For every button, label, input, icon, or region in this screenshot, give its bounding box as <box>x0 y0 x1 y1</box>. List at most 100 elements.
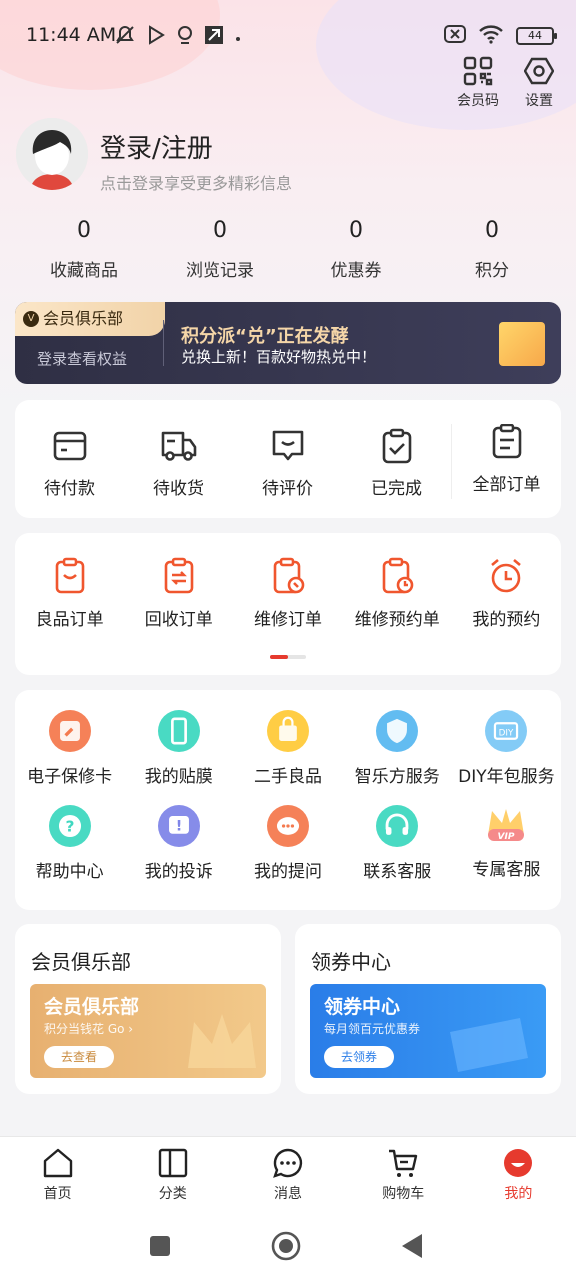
stat-value: 0 <box>213 218 227 243</box>
stat-label: 收藏商品 <box>50 261 118 281</box>
bag-order-icon <box>55 557 84 594</box>
order-all[interactable]: 全部订单 <box>451 424 561 499</box>
order-completed[interactable]: 已完成 <box>342 428 451 499</box>
tool-label: 我的投诉 <box>144 862 213 882</box>
nav-cart[interactable]: 购物车 <box>346 1137 461 1220</box>
nav-category[interactable]: 分类 <box>115 1137 230 1220</box>
nav-label: 分类 <box>158 1186 187 1202</box>
nav-messages[interactable]: 消息 <box>230 1137 345 1220</box>
tool-label: 我的贴膜 <box>144 767 213 787</box>
recycle-order-icon <box>164 557 194 594</box>
repair-order-icon <box>273 557 305 594</box>
promo-thumbnail <box>499 322 545 366</box>
stat-coupons[interactable]: 0 优惠券 <box>288 218 424 281</box>
order-pending-payment[interactable]: 待付款 <box>15 428 124 499</box>
member-code-button[interactable]: 会员码 <box>448 56 508 110</box>
order-label: 已完成 <box>371 479 422 499</box>
go-view-button[interactable]: 去查看 <box>44 1046 114 1068</box>
tool-label: 智乐方服务 <box>354 767 440 787</box>
member-club-title: 会员俱乐部 <box>31 950 131 974</box>
repair-booking-orders[interactable]: 维修预约单 <box>343 557 452 630</box>
tool-label: DIY年包服务 <box>458 767 555 787</box>
status-time: 11:44 AM <box>26 24 117 46</box>
wifi-icon <box>478 24 504 48</box>
nav-mine[interactable]: 我的 <box>461 1137 576 1220</box>
orders-card: 待付款 待收货 待评价 已完成 全部订单 <box>15 400 561 518</box>
nav-label: 购物车 <box>382 1186 425 1202</box>
shopping-bag-icon <box>267 710 309 752</box>
order-pending-review[interactable]: 待评价 <box>233 428 342 499</box>
stats-row: 0 收藏商品 0 浏览记录 0 优惠券 0 积分 <box>16 218 560 281</box>
login-register-link[interactable]: 登录/注册 <box>100 128 213 165</box>
repair-booking-icon <box>382 557 414 594</box>
service-label: 回收订单 <box>144 610 213 630</box>
order-label: 待付款 <box>44 479 95 499</box>
tool-item[interactable]: 联系客服 <box>343 805 452 882</box>
play-store-icon <box>146 25 166 49</box>
order-label: 待收货 <box>153 479 204 499</box>
tool-item[interactable]: 二手良品 <box>233 710 342 787</box>
divider <box>163 320 164 366</box>
recents-button[interactable] <box>148 1234 172 1258</box>
repair-orders[interactable]: 维修订单 <box>233 557 342 630</box>
recycle-orders[interactable]: 回收订单 <box>124 557 233 630</box>
category-icon <box>158 1148 187 1178</box>
coupon-center-card[interactable]: 领券中心 领券中心 每月领百元优惠券 去领券 <box>295 924 561 1094</box>
app-icon <box>204 25 224 49</box>
login-hint: 点击登录享受更多精彩信息 <box>100 174 293 193</box>
nav-home[interactable]: 首页 <box>0 1137 115 1220</box>
dot-icon <box>234 28 242 47</box>
home-system-button[interactable] <box>271 1231 301 1261</box>
back-button[interactable] <box>400 1232 424 1260</box>
coupon-center-banner[interactable]: 领券中心 每月领百元优惠券 去领券 <box>310 984 546 1078</box>
tool-item[interactable]: DIY DIY年包服务 <box>452 710 561 787</box>
wallet-icon <box>53 431 86 461</box>
tool-item[interactable]: 智乐方服务 <box>343 710 452 787</box>
diy-icon: DIY <box>485 710 528 752</box>
stat-points[interactable]: 0 积分 <box>424 218 560 281</box>
stat-label: 优惠券 <box>330 261 382 281</box>
status-right: 44 <box>444 24 557 48</box>
tool-label: 我的提问 <box>254 862 322 882</box>
nav-label: 首页 <box>43 1186 72 1202</box>
tools-card: 电子保修卡 我的贴膜 二手良品 智乐方服务 DIY DIY年包服务 ? 帮助中心! 我的投诉 我… <box>15 690 561 910</box>
svg-text:DIY: DIY <box>499 728 514 738</box>
stat-favorites[interactable]: 0 收藏商品 <box>16 218 152 281</box>
stat-value: 0 <box>77 218 91 243</box>
tool-item[interactable]: ? 帮助中心 <box>15 805 124 882</box>
service-label: 维修预约单 <box>354 610 440 630</box>
tool-item[interactable]: 电子保修卡 <box>15 710 124 787</box>
comment-icon <box>272 430 303 461</box>
vip-crown-icon: VIP <box>488 809 525 842</box>
order-pending-receipt[interactable]: 待收货 <box>124 428 233 499</box>
vip-tag: V 会员俱乐部 <box>15 302 165 336</box>
service-orders-card: 良品订单 回收订单 维修订单 维修预约单 我的预约 <box>15 533 561 675</box>
tool-item[interactable]: 我的提问 <box>233 805 342 882</box>
shield-icon <box>376 710 419 752</box>
page-indicator <box>270 655 306 659</box>
avatar[interactable] <box>16 118 88 190</box>
service-label: 良品订单 <box>35 610 104 630</box>
stat-history[interactable]: 0 浏览记录 <box>152 218 288 281</box>
tool-item[interactable]: 我的贴膜 <box>124 710 233 787</box>
member-club-card[interactable]: 会员俱乐部 会员俱乐部 积分当钱花 Go › 去查看 <box>15 924 281 1094</box>
settings-button[interactable]: 设置 <box>509 56 569 110</box>
get-coupon-button[interactable]: 去领券 <box>324 1046 394 1068</box>
svg-text:?: ? <box>65 818 74 836</box>
vip-see-benefits: 登录查看权益 <box>37 350 128 368</box>
tool-item[interactable]: VIP 专属客服 <box>452 805 561 882</box>
clipboard-list-icon <box>492 424 521 459</box>
vip-club-banner[interactable]: V 会员俱乐部 登录查看权益 积分派“兑”正在发酵 兑换上新！百款好物热兑中！ <box>15 302 561 384</box>
service-label: 我的预约 <box>472 610 541 630</box>
quality-goods-orders[interactable]: 良品订单 <box>15 557 124 630</box>
stat-label: 积分 <box>475 261 509 281</box>
mute-icon <box>114 24 136 50</box>
my-appointments[interactable]: 我的预约 <box>452 557 561 630</box>
wrench-card-icon <box>48 710 91 752</box>
member-club-banner[interactable]: 会员俱乐部 积分当钱花 Go › 去查看 <box>30 984 266 1078</box>
banner-subtitle: 积分当钱花 Go › <box>44 1022 134 1036</box>
battery-icon: 44 <box>516 27 557 45</box>
order-label: 全部订单 <box>472 475 541 495</box>
question-chat-icon <box>267 805 309 847</box>
tool-item[interactable]: ! 我的投诉 <box>124 805 233 882</box>
